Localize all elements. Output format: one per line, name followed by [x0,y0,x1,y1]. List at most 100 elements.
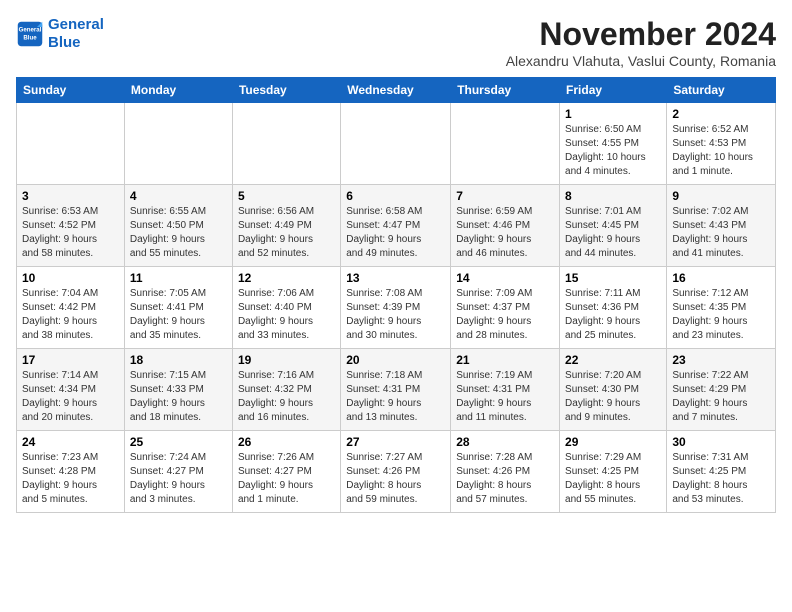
svg-text:General: General [19,26,42,33]
day-detail: Sunrise: 7:08 AM Sunset: 4:39 PM Dayligh… [346,287,445,343]
day-number: 3 [22,189,119,203]
day-detail: Sunrise: 6:59 AM Sunset: 4:46 PM Dayligh… [456,205,554,261]
calendar-cell: 19 Sunrise: 7:16 AM Sunset: 4:32 PM Dayli… [232,349,340,431]
calendar-cell [232,103,340,185]
week-row-1: 1 Sunrise: 6:50 AM Sunset: 4:55 PM Daylig… [17,103,776,185]
day-number: 19 [238,353,335,367]
calendar-cell [124,103,232,185]
day-detail: Sunrise: 7:16 AM Sunset: 4:32 PM Dayligh… [238,369,335,425]
day-detail: Sunrise: 6:56 AM Sunset: 4:49 PM Dayligh… [238,205,335,261]
title-block: November 2024 Alexandru Vlahuta, Vaslui … [506,16,776,69]
day-detail: Sunrise: 7:14 AM Sunset: 4:34 PM Dayligh… [22,369,119,425]
calendar-cell: 17Sunrise: 7:14 AM Sunset: 4:34 PM Dayli… [17,349,125,431]
calendar-cell: 16 Sunrise: 7:12 AM Sunset: 4:35 PM Dayli… [667,267,776,349]
week-row-4: 17Sunrise: 7:14 AM Sunset: 4:34 PM Dayli… [17,349,776,431]
calendar-cell: 25 Sunrise: 7:24 AM Sunset: 4:27 PM Dayli… [124,431,232,513]
day-number: 1 [565,107,661,121]
day-detail: Sunrise: 7:29 AM Sunset: 4:25 PM Dayligh… [565,451,661,507]
weekday-header-thursday: Thursday [451,78,560,103]
calendar-cell [451,103,560,185]
calendar-cell: 26 Sunrise: 7:26 AM Sunset: 4:27 PM Dayli… [232,431,340,513]
calendar-cell: 20Sunrise: 7:18 AM Sunset: 4:31 PM Dayli… [341,349,451,431]
day-number: 27 [346,435,445,449]
day-detail: Sunrise: 7:22 AM Sunset: 4:29 PM Dayligh… [672,369,770,425]
calendar-cell: 12Sunrise: 7:06 AM Sunset: 4:40 PM Dayli… [232,267,340,349]
day-detail: Sunrise: 6:55 AM Sunset: 4:50 PM Dayligh… [130,205,227,261]
day-detail: Sunrise: 7:20 AM Sunset: 4:30 PM Dayligh… [565,369,661,425]
logo-icon: General Blue [16,20,44,48]
calendar-cell: 9Sunrise: 7:02 AM Sunset: 4:43 PM Daylig… [667,185,776,267]
day-number: 28 [456,435,554,449]
calendar-cell: 10Sunrise: 7:04 AM Sunset: 4:42 PM Dayli… [17,267,125,349]
day-number: 11 [130,271,227,285]
day-number: 5 [238,189,335,203]
week-row-5: 24Sunrise: 7:23 AM Sunset: 4:28 PM Dayli… [17,431,776,513]
day-detail: Sunrise: 7:02 AM Sunset: 4:43 PM Dayligh… [672,205,770,261]
calendar-cell: 30Sunrise: 7:31 AM Sunset: 4:25 PM Dayli… [667,431,776,513]
day-detail: Sunrise: 7:12 AM Sunset: 4:35 PM Dayligh… [672,287,770,343]
calendar-table: SundayMondayTuesdayWednesdayThursdayFrid… [16,77,776,513]
day-detail: Sunrise: 7:06 AM Sunset: 4:40 PM Dayligh… [238,287,335,343]
logo-text-line1: General [48,16,104,34]
day-detail: Sunrise: 7:27 AM Sunset: 4:26 PM Dayligh… [346,451,445,507]
day-number: 6 [346,189,445,203]
day-detail: Sunrise: 6:50 AM Sunset: 4:55 PM Dayligh… [565,123,661,179]
calendar-cell: 27 Sunrise: 7:27 AM Sunset: 4:26 PM Dayli… [341,431,451,513]
day-number: 14 [456,271,554,285]
day-number: 7 [456,189,554,203]
calendar-cell: 21 Sunrise: 7:19 AM Sunset: 4:31 PM Dayli… [451,349,560,431]
calendar-cell: 6Sunrise: 6:58 AM Sunset: 4:47 PM Daylig… [341,185,451,267]
day-number: 18 [130,353,227,367]
day-detail: Sunrise: 7:28 AM Sunset: 4:26 PM Dayligh… [456,451,554,507]
day-number: 8 [565,189,661,203]
day-number: 21 [456,353,554,367]
page-header: General Blue General Blue November 2024 … [16,16,776,69]
calendar-cell: 8 Sunrise: 7:01 AM Sunset: 4:45 PM Daylig… [560,185,667,267]
day-number: 23 [672,353,770,367]
calendar-cell: 2 Sunrise: 6:52 AM Sunset: 4:53 PM Daylig… [667,103,776,185]
day-number: 16 [672,271,770,285]
weekday-header-row: SundayMondayTuesdayWednesdayThursdayFrid… [17,78,776,103]
weekday-header-monday: Monday [124,78,232,103]
week-row-3: 10Sunrise: 7:04 AM Sunset: 4:42 PM Dayli… [17,267,776,349]
calendar-cell [17,103,125,185]
calendar-cell: 22Sunrise: 7:20 AM Sunset: 4:30 PM Dayli… [560,349,667,431]
day-number: 26 [238,435,335,449]
svg-text:Blue: Blue [23,34,37,41]
day-number: 13 [346,271,445,285]
calendar-cell: 13 Sunrise: 7:08 AM Sunset: 4:39 PM Dayli… [341,267,451,349]
day-number: 29 [565,435,661,449]
location-subtitle: Alexandru Vlahuta, Vaslui County, Romani… [506,53,776,69]
day-detail: Sunrise: 7:11 AM Sunset: 4:36 PM Dayligh… [565,287,661,343]
weekday-header-saturday: Saturday [667,78,776,103]
week-row-2: 3 Sunrise: 6:53 AM Sunset: 4:52 PM Daylig… [17,185,776,267]
day-detail: Sunrise: 7:05 AM Sunset: 4:41 PM Dayligh… [130,287,227,343]
day-detail: Sunrise: 6:52 AM Sunset: 4:53 PM Dayligh… [672,123,770,179]
day-number: 15 [565,271,661,285]
calendar-cell: 7 Sunrise: 6:59 AM Sunset: 4:46 PM Daylig… [451,185,560,267]
day-detail: Sunrise: 7:26 AM Sunset: 4:27 PM Dayligh… [238,451,335,507]
weekday-header-sunday: Sunday [17,78,125,103]
weekday-header-friday: Friday [560,78,667,103]
calendar-cell: 3 Sunrise: 6:53 AM Sunset: 4:52 PM Daylig… [17,185,125,267]
calendar-cell: 15 Sunrise: 7:11 AM Sunset: 4:36 PM Dayli… [560,267,667,349]
day-number: 24 [22,435,119,449]
calendar-cell: 4Sunrise: 6:55 AM Sunset: 4:50 PM Daylig… [124,185,232,267]
logo-text-line2: Blue [48,34,104,52]
day-detail: Sunrise: 7:19 AM Sunset: 4:31 PM Dayligh… [456,369,554,425]
month-title: November 2024 [506,16,776,53]
day-number: 20 [346,353,445,367]
day-detail: Sunrise: 7:24 AM Sunset: 4:27 PM Dayligh… [130,451,227,507]
day-number: 2 [672,107,770,121]
day-detail: Sunrise: 7:15 AM Sunset: 4:33 PM Dayligh… [130,369,227,425]
day-number: 25 [130,435,227,449]
calendar-cell: 5 Sunrise: 6:56 AM Sunset: 4:49 PM Daylig… [232,185,340,267]
calendar-cell [341,103,451,185]
calendar-cell: 23 Sunrise: 7:22 AM Sunset: 4:29 PM Dayli… [667,349,776,431]
day-detail: Sunrise: 7:01 AM Sunset: 4:45 PM Dayligh… [565,205,661,261]
calendar-cell: 28 Sunrise: 7:28 AM Sunset: 4:26 PM Dayli… [451,431,560,513]
day-detail: Sunrise: 7:09 AM Sunset: 4:37 PM Dayligh… [456,287,554,343]
calendar-cell: 14 Sunrise: 7:09 AM Sunset: 4:37 PM Dayli… [451,267,560,349]
day-detail: Sunrise: 6:53 AM Sunset: 4:52 PM Dayligh… [22,205,119,261]
calendar-cell: 11 Sunrise: 7:05 AM Sunset: 4:41 PM Dayli… [124,267,232,349]
